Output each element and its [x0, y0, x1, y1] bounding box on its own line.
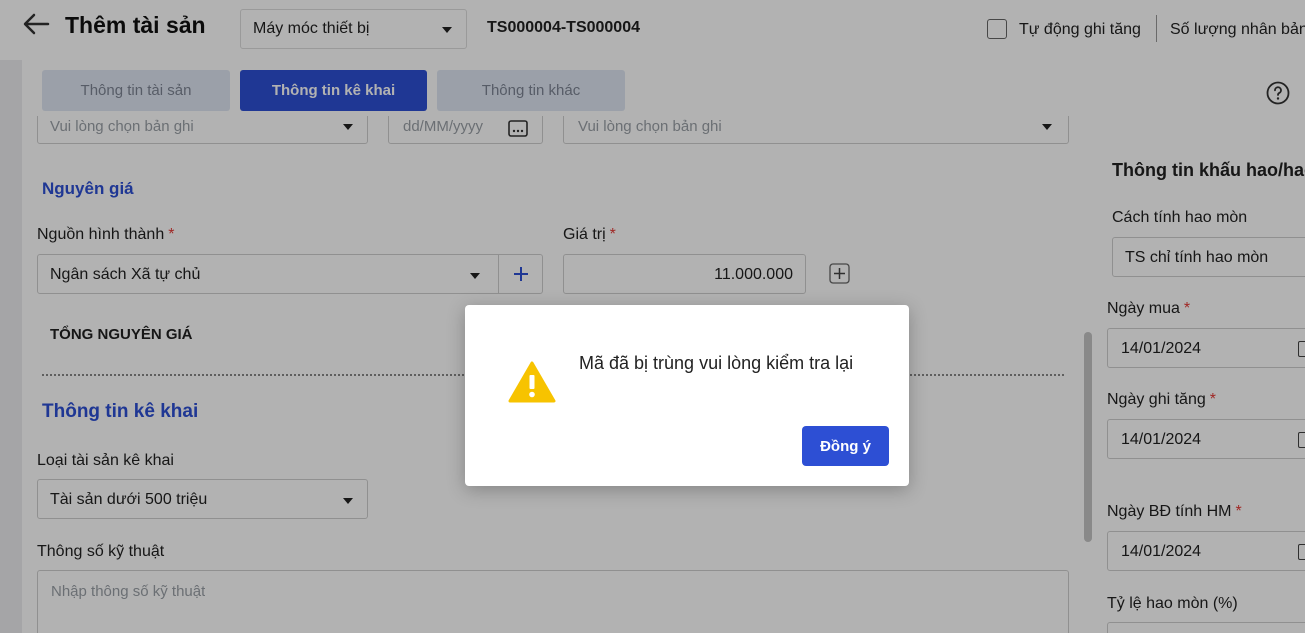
- ok-button[interactable]: Đồng ý: [802, 426, 889, 466]
- warning-icon: [508, 361, 556, 403]
- dialog-message: Mã đã bị trùng vui lòng kiểm tra lại: [579, 353, 854, 373]
- duplicate-code-dialog: Mã đã bị trùng vui lòng kiểm tra lại Đồn…: [465, 305, 909, 486]
